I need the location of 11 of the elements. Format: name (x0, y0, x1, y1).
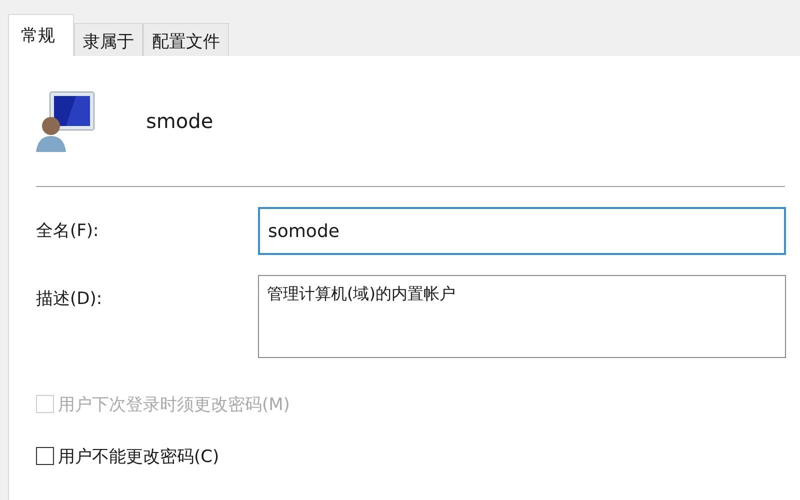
field-label: 描述(D): (36, 288, 104, 310)
tab[interactable]: 配置文件 (143, 23, 229, 56)
user-name: smode (146, 109, 214, 133)
description-field[interactable]: 管理计算机(域)的内置帐户 (258, 275, 786, 358)
checkbox-label[interactable]: 用户不能更改密码(C) (58, 444, 220, 468)
tab[interactable]: 常规 (8, 14, 74, 56)
checkbox[interactable] (36, 447, 54, 465)
field-label: 全名(F): (36, 220, 100, 242)
user-computer-icon (36, 90, 96, 152)
full-name-field[interactable]: somode (258, 207, 786, 255)
tab[interactable]: 隶属于 (74, 23, 143, 56)
